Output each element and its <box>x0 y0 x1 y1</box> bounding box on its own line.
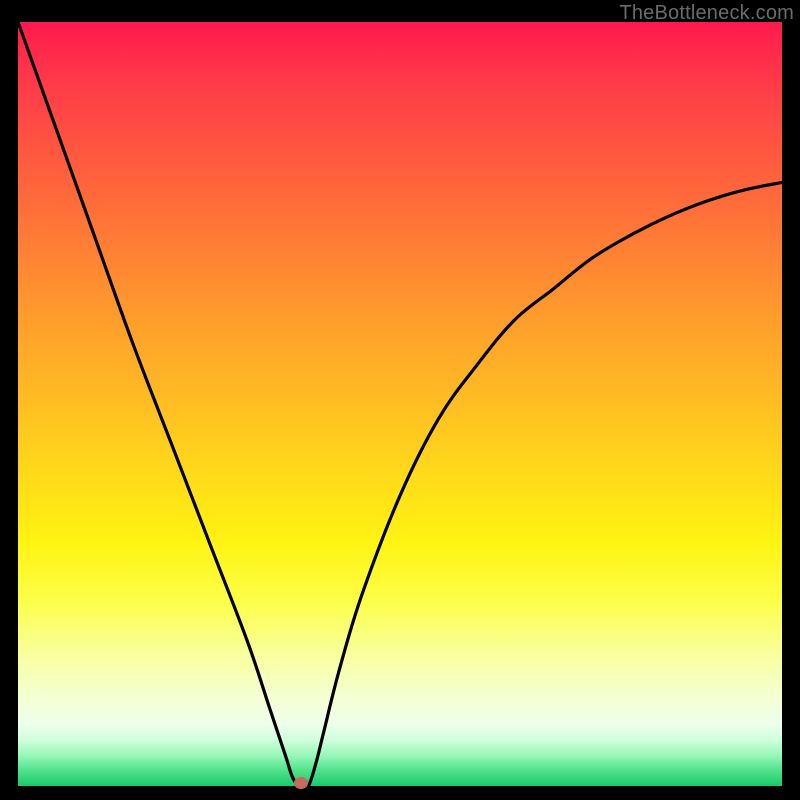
bottleneck-curve <box>18 22 782 786</box>
min-marker-dot <box>294 777 308 789</box>
chart-frame <box>18 22 782 786</box>
